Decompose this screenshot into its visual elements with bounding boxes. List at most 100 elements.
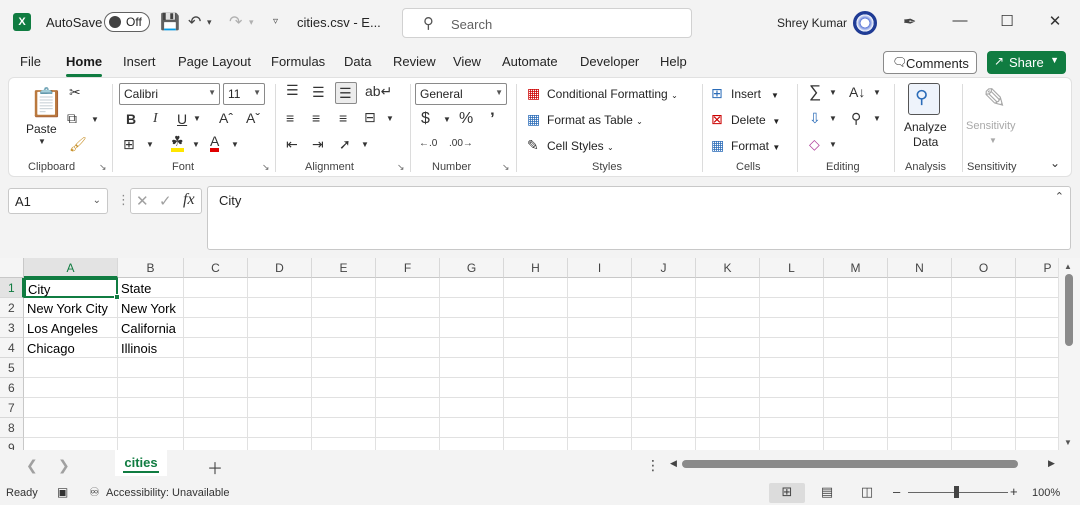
cell-h1[interactable] [504,278,568,298]
font-name-select[interactable]: Calibri ▼ [119,83,220,105]
cell-b6[interactable] [118,378,184,398]
cell-d8[interactable] [248,418,312,438]
row-header-9[interactable]: 9 [0,438,24,450]
tab-file[interactable]: File [20,54,41,69]
tab-automate[interactable]: Automate [502,54,558,69]
cell-j1[interactable] [632,278,696,298]
minimize-button[interactable]: — [945,12,975,29]
column-header-j[interactable]: J [632,258,696,278]
currency-icon[interactable]: $ [421,110,430,128]
cell-e9[interactable] [312,438,376,450]
cell-f2[interactable] [376,298,440,318]
cell-k4[interactable] [696,338,760,358]
cell-a3[interactable]: Los Angeles [24,318,118,338]
cell-k9[interactable] [696,438,760,450]
cell-f4[interactable] [376,338,440,358]
tab-review[interactable]: Review [393,54,436,69]
cell-o3[interactable] [952,318,1016,338]
column-header-g[interactable]: G [440,258,504,278]
cell-g1[interactable] [440,278,504,298]
cell-c7[interactable] [184,398,248,418]
page-break-view-button[interactable]: ◫ [849,483,885,503]
fill-color-icon[interactable]: ☘ [171,134,184,152]
chevron-down-icon[interactable]: ▼ [1050,55,1059,65]
analyze-data-button-line1[interactable]: Analyze [904,120,947,134]
accessibility-status[interactable]: Accessibility: Unavailable [106,487,230,499]
comma-style-icon[interactable]: ’ [490,109,495,129]
cell-j9[interactable] [632,438,696,450]
file-name[interactable]: cities.csv - E... [297,15,381,30]
tab-developer[interactable]: Developer [580,54,639,69]
cell-k3[interactable] [696,318,760,338]
tab-page-layout[interactable]: Page Layout [178,54,251,69]
cell-g5[interactable] [440,358,504,378]
format-painter-icon[interactable]: 🖌 [69,136,87,153]
customize-toolbar-icon[interactable]: ▿ [273,16,278,27]
more-icon[interactable]: ⋮ [646,457,660,474]
spreadsheet-grid[interactable]: ABCDEFGHIJKLMNOP 123456789 City State New … [0,258,1080,450]
cell-j5[interactable] [632,358,696,378]
column-header-f[interactable]: F [376,258,440,278]
column-header-o[interactable]: O [952,258,1016,278]
cell-o4[interactable] [952,338,1016,358]
cell-a7[interactable] [24,398,118,418]
normal-view-button[interactable]: ⊞ [769,483,805,503]
zoom-level[interactable]: 100% [1032,487,1060,499]
cell-m4[interactable] [824,338,888,358]
cell-i4[interactable] [568,338,632,358]
cell-e8[interactable] [312,418,376,438]
cell-a4[interactable]: Chicago [24,338,118,358]
cell-l8[interactable] [760,418,824,438]
row-header-7[interactable]: 7 [0,398,24,418]
wrap-text-icon[interactable]: ab↵ [365,83,392,100]
search-input[interactable] [451,15,681,33]
autosave-toggle[interactable]: Off [104,12,150,32]
macro-recording-icon[interactable]: ▣ [57,485,68,499]
analyze-data-icon[interactable]: ⚲ [908,83,940,115]
column-header-i[interactable]: I [568,258,632,278]
pen-icon[interactable]: ✒ [903,12,916,32]
zoom-in-icon[interactable]: + [1010,484,1018,499]
cell-c2[interactable] [184,298,248,318]
cell-m8[interactable] [824,418,888,438]
cell-n6[interactable] [888,378,952,398]
cell-h8[interactable] [504,418,568,438]
column-header-a[interactable]: A [24,258,118,278]
column-header-l[interactable]: L [760,258,824,278]
cell-i1[interactable] [568,278,632,298]
format-as-table-button[interactable]: Format as Table ⌄ [547,113,643,127]
font-launcher-icon[interactable]: ↘ [262,162,270,173]
cell-o8[interactable] [952,418,1016,438]
cell-j7[interactable] [632,398,696,418]
tab-data[interactable]: Data [344,54,371,69]
avatar[interactable] [853,11,877,35]
tab-home[interactable]: Home [66,54,103,77]
cell-m3[interactable] [824,318,888,338]
more-options-icon[interactable]: ⋮ [117,192,130,208]
cell-h5[interactable] [504,358,568,378]
cell-l3[interactable] [760,318,824,338]
align-top-icon[interactable]: ☰ [286,82,299,99]
cell-i3[interactable] [568,318,632,338]
comments-button[interactable]: 🗨 Comments [883,51,977,74]
search-box[interactable]: ⚲ [402,8,692,38]
scroll-right-icon[interactable]: ▶ [1048,458,1055,469]
user-name[interactable]: Shrey Kumar [777,16,847,30]
cell-i5[interactable] [568,358,632,378]
cell-d5[interactable] [248,358,312,378]
save-icon[interactable]: 💾 [160,12,180,32]
formula-input[interactable]: City ⌃ [207,186,1071,250]
enter-icon[interactable]: ✓ [159,192,172,210]
row-header-1[interactable]: 1 [0,278,24,298]
cell-i8[interactable] [568,418,632,438]
paste-button[interactable]: Paste [26,122,57,136]
cell-l2[interactable] [760,298,824,318]
clear-dropdown-icon[interactable]: ▼ [829,140,837,149]
cell-o7[interactable] [952,398,1016,418]
underline-dropdown-icon[interactable]: ▼ [193,114,201,123]
cell-e3[interactable] [312,318,376,338]
row-header-2[interactable]: 2 [0,298,24,318]
currency-dropdown-icon[interactable]: ▼ [443,115,451,124]
cell-f8[interactable] [376,418,440,438]
cell-a8[interactable] [24,418,118,438]
